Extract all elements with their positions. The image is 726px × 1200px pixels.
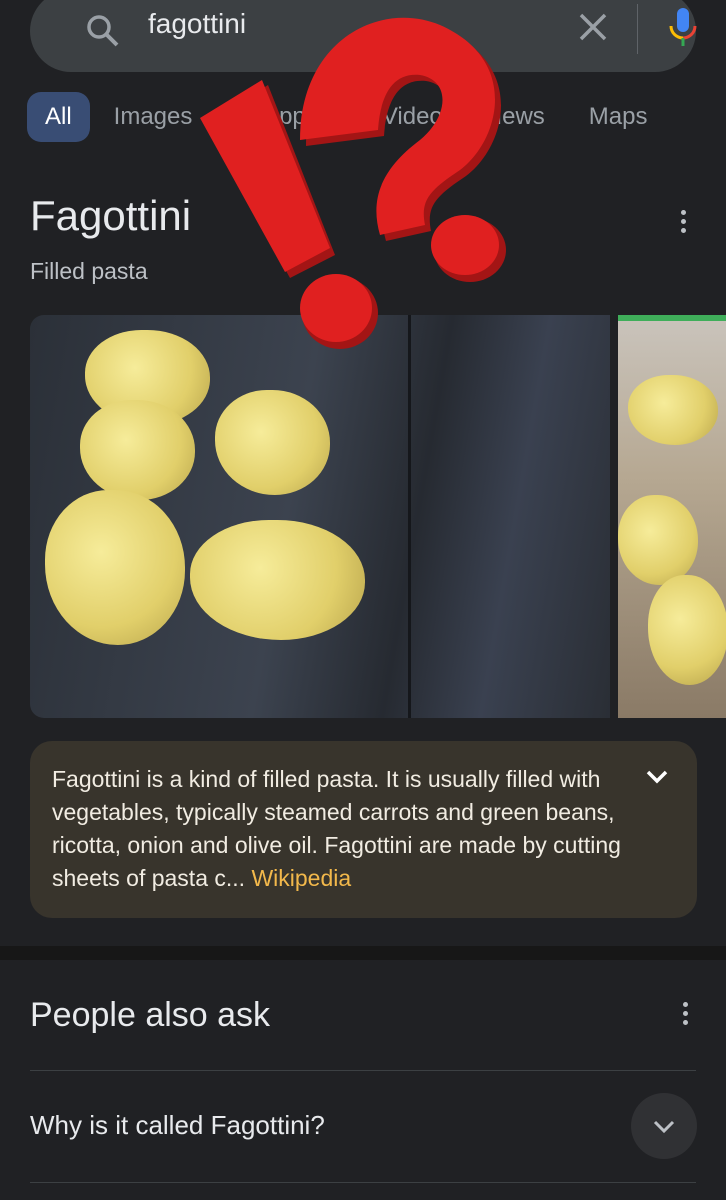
description-card: Fagottini is a kind of filled pasta. It … — [30, 741, 697, 918]
chevron-down-icon[interactable] — [646, 769, 668, 785]
more-options-icon[interactable] — [681, 210, 687, 237]
expand-question-button[interactable] — [631, 1093, 697, 1159]
section-divider — [0, 946, 726, 960]
tab-news[interactable]: News — [477, 92, 567, 142]
microphone-icon[interactable] — [668, 8, 698, 48]
subtitle: Filled pasta — [30, 258, 148, 284]
divider — [637, 4, 638, 54]
page-title: Fagottini — [30, 192, 192, 239]
tab-images[interactable]: Images — [92, 92, 215, 142]
search-input[interactable]: fagottini — [148, 8, 246, 40]
search-bar[interactable]: fagottini — [30, 0, 698, 72]
tab-all[interactable]: All — [27, 92, 90, 142]
more-options-icon[interactable] — [683, 1002, 689, 1029]
divider — [30, 1182, 696, 1183]
divider — [30, 1070, 696, 1071]
chevron-down-icon — [653, 1120, 675, 1134]
wikipedia-link[interactable]: Wikipedia — [251, 865, 351, 891]
search-tabs: All Images Shopping Videos News Maps — [27, 92, 669, 142]
pasta-image-2[interactable] — [618, 315, 726, 718]
tab-videos[interactable]: Videos — [360, 92, 477, 142]
close-icon[interactable] — [578, 12, 608, 42]
search-icon[interactable] — [86, 14, 120, 48]
tab-maps[interactable]: Maps — [567, 92, 670, 142]
question-item[interactable]: Why is it called Fagottini? — [30, 1110, 325, 1141]
people-also-ask-heading: People also ask — [30, 996, 271, 1034]
tab-shopping[interactable]: Shopping — [214, 92, 359, 142]
pasta-image[interactable] — [30, 315, 610, 718]
